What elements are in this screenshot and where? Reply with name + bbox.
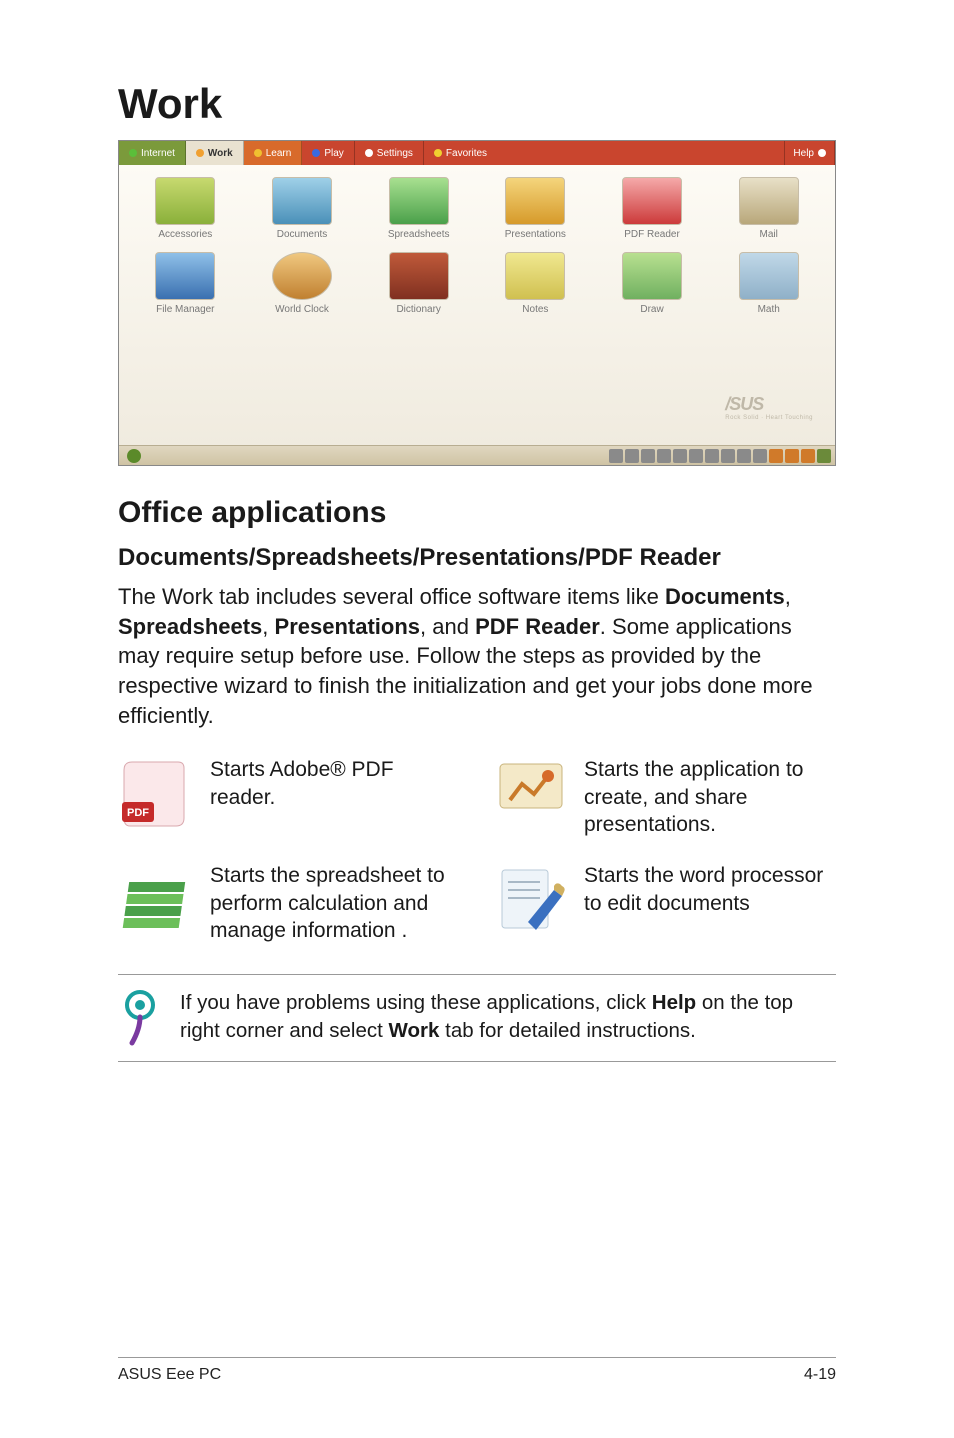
pdf-reader-icon: PDF: [118, 756, 196, 834]
intro-paragraph: The Work tab includes several office sof…: [118, 582, 836, 730]
app-dictionary: Dictionary: [370, 252, 467, 315]
label: Notes: [522, 304, 548, 315]
desc-text: Starts the spreadsheet to perform calcul…: [210, 862, 462, 944]
tab-help-label: Help: [793, 148, 814, 159]
desc-text: Starts Adobe® PDF reader.: [210, 756, 462, 811]
tab-learn: Learn: [244, 141, 303, 165]
icon-row-1: Accessories Documents Spreadsheets Prese…: [137, 177, 817, 240]
app-pdf-reader: PDF Reader: [604, 177, 701, 240]
label: Spreadsheets: [388, 229, 450, 240]
asus-logo: /SUS Rock Solid · Heart Touching: [725, 394, 813, 421]
desc-documents: Starts the word processor to edit docume…: [492, 862, 836, 944]
icon-area: Accessories Documents Spreadsheets Prese…: [119, 165, 835, 445]
tray-icon: [753, 449, 767, 463]
page-footer: ASUS Eee PC 4-19: [118, 1357, 836, 1384]
footer-page-number: 4-19: [804, 1366, 836, 1384]
bold-spreadsheets: Spreadsheets: [118, 614, 262, 639]
label: Mail: [760, 229, 778, 240]
label: Dictionary: [396, 304, 440, 315]
bold-pdf-reader: PDF Reader: [475, 614, 600, 639]
tray-icon: [737, 449, 751, 463]
tray-icon: [705, 449, 719, 463]
logo-subtext: Rock Solid · Heart Touching: [725, 415, 813, 421]
label: Math: [758, 304, 780, 315]
label: PDF Reader: [624, 229, 680, 240]
bold-presentations: Presentations: [275, 614, 421, 639]
page-title: Work: [118, 80, 836, 128]
text: tab for detailed instructions.: [439, 1019, 695, 1042]
tab-play: Play: [302, 141, 354, 165]
tray-icon: [721, 449, 735, 463]
footer-left: ASUS Eee PC: [118, 1366, 221, 1384]
pushpin-icon: [118, 989, 162, 1047]
sub-heading: Documents/Spreadsheets/Presentations/PDF…: [118, 544, 836, 572]
presentations-icon: [492, 756, 570, 834]
section-heading: Office applications: [118, 496, 836, 530]
tray-icon: [769, 449, 783, 463]
start-button-icon: [127, 449, 141, 463]
app-presentations: Presentations: [487, 177, 584, 240]
note-block: If you have problems using these applica…: [118, 974, 836, 1062]
bold-work: Work: [389, 1019, 440, 1042]
text: ,: [785, 584, 791, 609]
text: ,: [262, 614, 274, 639]
label: Accessories: [158, 229, 212, 240]
app-accessories: Accessories: [137, 177, 234, 240]
app-world-clock: World Clock: [254, 252, 351, 315]
app-mail: Mail: [720, 177, 817, 240]
work-tab-screenshot: Internet Work Learn Play Settings Favori…: [118, 140, 836, 466]
tray-icon: [641, 449, 655, 463]
app-math: Math: [720, 252, 817, 315]
tab-help: Help: [785, 141, 835, 165]
tray-icon: [657, 449, 671, 463]
app-descriptions-grid: PDF Starts Adobe® PDF reader. Starts the…: [118, 756, 836, 944]
tray-icon: [673, 449, 687, 463]
tab-internet: Internet: [119, 141, 186, 165]
label: Draw: [640, 304, 663, 315]
tray-icon: [689, 449, 703, 463]
bold-help: Help: [652, 991, 696, 1014]
app-spreadsheets: Spreadsheets: [370, 177, 467, 240]
desc-spreadsheet: Starts the spreadsheet to perform calcul…: [118, 862, 462, 944]
desc-pdf-reader: PDF Starts Adobe® PDF reader.: [118, 756, 462, 838]
svg-text:PDF: PDF: [127, 807, 149, 819]
app-file-manager: File Manager: [137, 252, 234, 315]
label: File Manager: [156, 304, 214, 315]
tab-play-label: Play: [324, 148, 343, 159]
desc-presentations: Starts the application to create, and sh…: [492, 756, 836, 838]
label: World Clock: [275, 304, 329, 315]
label: Presentations: [505, 229, 566, 240]
logo-text: /SUS: [725, 394, 763, 414]
text: , and: [420, 614, 475, 639]
text: If you have problems using these applica…: [180, 991, 652, 1014]
tray-icon: [785, 449, 799, 463]
app-documents: Documents: [254, 177, 351, 240]
tab-internet-label: Internet: [141, 148, 175, 159]
tray-icon: [609, 449, 623, 463]
note-text: If you have problems using these applica…: [180, 989, 836, 1044]
icon-row-2: File Manager World Clock Dictionary Note…: [137, 252, 817, 315]
taskbar: [119, 445, 835, 465]
text: The Work tab includes several office sof…: [118, 584, 665, 609]
tab-favorites: Favorites: [424, 141, 786, 165]
tab-favorites-label: Favorites: [446, 148, 487, 159]
app-notes: Notes: [487, 252, 584, 315]
desc-text: Starts the word processor to edit docume…: [584, 862, 836, 917]
tab-learn-label: Learn: [266, 148, 292, 159]
label: Documents: [277, 229, 328, 240]
bold-documents: Documents: [665, 584, 785, 609]
desc-text: Starts the application to create, and sh…: [584, 756, 836, 838]
documents-icon: [492, 862, 570, 940]
tab-settings-label: Settings: [377, 148, 413, 159]
tray-icon: [801, 449, 815, 463]
tab-bar: Internet Work Learn Play Settings Favori…: [119, 141, 835, 165]
tray-icon: [625, 449, 639, 463]
spreadsheet-icon: [118, 862, 196, 940]
tab-work-label: Work: [208, 148, 233, 159]
tab-work: Work: [186, 141, 244, 165]
app-draw: Draw: [604, 252, 701, 315]
tray-arrow-icon: [817, 449, 831, 463]
tab-settings: Settings: [355, 141, 424, 165]
